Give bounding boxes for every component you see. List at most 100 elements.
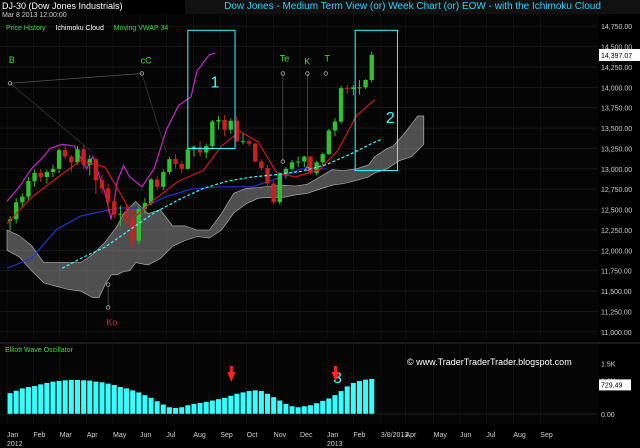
candle-body — [228, 120, 233, 130]
oscillator-bar — [265, 393, 271, 414]
candle-body — [271, 183, 276, 203]
candle-body — [167, 159, 172, 173]
candle-body — [320, 154, 325, 163]
oscillator-bar — [234, 393, 240, 414]
candle-body — [20, 196, 25, 203]
y-tick-label: 11,000.00 — [601, 330, 632, 337]
chart-canvas: 14,750.0014,500.0014,250.0014,000.0013,7… — [0, 14, 640, 448]
chart-title: Dow Jones - Medium Term View (or) Week C… — [185, 0, 640, 14]
elliott-label: Ko — [106, 317, 117, 327]
oscillator-y-tick-label: 1.5K — [601, 361, 616, 368]
y-tick-label: 13,500.00 — [601, 126, 632, 133]
oscillator-bar — [332, 395, 338, 414]
oscillator-bar — [246, 391, 252, 414]
candle-body — [204, 146, 209, 153]
candle-body — [369, 54, 374, 81]
x-tick-label: Jun — [460, 432, 471, 439]
oscillator-bar — [25, 387, 31, 414]
oscillator-bar — [160, 404, 166, 414]
y-tick-label: 12,750.00 — [601, 187, 632, 194]
candle-body — [332, 121, 338, 131]
candle-body — [38, 172, 43, 177]
oscillator-bar — [154, 401, 160, 414]
oscillator-bar — [148, 397, 154, 414]
candle-body — [253, 143, 258, 162]
oscillator-bar — [314, 403, 320, 414]
candle-body — [105, 188, 111, 202]
annotation-label-2: 2 — [386, 110, 395, 127]
candle-body — [216, 119, 221, 122]
legend-ichimoku-cloud: Ichimoku Cloud — [55, 25, 104, 32]
oscillator-bar — [62, 380, 68, 414]
candle-body — [185, 149, 191, 169]
candle-body — [13, 202, 19, 220]
candle-body — [338, 88, 344, 122]
oscillator-bar — [173, 407, 179, 414]
ichimoku-week-chart: 14,750.00 14,500.00 14,250.00 14,000.00 13,7… — [0, 0, 640, 448]
candle-body — [75, 149, 80, 163]
legend-moving-vwap: Moving VWAP 34 — [113, 25, 169, 32]
legend: Price History Ichimoku Cloud Moving VWAP… — [6, 25, 168, 32]
oscillator-bar — [136, 392, 142, 414]
x-tick-label: Feb — [353, 432, 365, 439]
oscillator-bar — [320, 400, 326, 414]
oscillator-bar — [252, 390, 258, 414]
oscillator-bar — [99, 382, 105, 414]
oscillator-bar — [350, 382, 356, 414]
candle-body — [345, 88, 350, 90]
oscillator-bar — [166, 407, 172, 414]
candle-body — [26, 181, 31, 197]
oscillator-bar — [185, 405, 191, 414]
last-price-label: 14,397.07 — [601, 53, 632, 60]
candle-body — [124, 213, 129, 219]
oscillator-bar — [301, 406, 307, 414]
x-tick-label: Jul — [166, 432, 175, 439]
x-tick-label: 3/8/2013 — [381, 432, 408, 439]
x-tick-label: Aug — [513, 432, 526, 439]
oscillator-bar — [74, 379, 80, 414]
candle-body — [259, 161, 264, 169]
y-tick-label: 12,500.00 — [601, 208, 632, 215]
oscillator-bar — [344, 386, 350, 414]
candle-body — [50, 168, 56, 173]
elliott-label: cC — [141, 56, 153, 66]
oscillator-bar — [142, 395, 148, 414]
oscillator-bar — [56, 380, 62, 414]
y-tick-label: 12,250.00 — [601, 228, 632, 235]
candle-body — [246, 141, 252, 144]
oscillator-bar — [19, 388, 25, 414]
y-tick-label: 14,250.00 — [601, 65, 632, 72]
oscillator-bar — [197, 402, 203, 414]
oscillator-bar — [117, 387, 123, 414]
candle-body — [357, 87, 362, 89]
candle-body — [56, 150, 62, 169]
y-tick-label: 13,000.00 — [601, 167, 632, 174]
oscillator-bar — [44, 382, 50, 414]
x-tick-label: Jul — [486, 432, 495, 439]
date-label: Mar 8 2013 12:00:00 — [2, 12, 67, 19]
candle-body — [99, 180, 105, 189]
oscillator-bar — [38, 384, 44, 414]
candle-body — [118, 213, 123, 215]
x-tick-label: Sep — [540, 432, 553, 439]
candle-body — [295, 161, 301, 163]
oscillator-bar — [203, 401, 209, 414]
candle-body — [308, 156, 313, 173]
x-tick-label: May — [434, 432, 448, 439]
x-tick-label: Apr — [405, 432, 417, 439]
watermark-text: © www.TraderTraderTrader.blogspot.com — [407, 357, 572, 367]
oscillator-bar — [68, 379, 74, 414]
x-tick-label: Jan — [327, 432, 338, 439]
oscillator-bar — [215, 399, 221, 414]
x-tick-label: Feb — [33, 432, 45, 439]
oscillator-bar — [369, 378, 375, 414]
oscillator-bar — [363, 379, 369, 414]
oscillator-bar — [307, 405, 313, 414]
oscillator-bar — [130, 390, 136, 414]
oscillator-last-label: 729.49 — [601, 382, 623, 389]
candle-body — [240, 141, 246, 143]
y-tick-label: 14,000.00 — [601, 85, 632, 92]
y-tick-label: 13,250.00 — [601, 146, 632, 153]
candle-body — [363, 80, 368, 88]
down-arrow-shaft-1 — [229, 366, 233, 372]
